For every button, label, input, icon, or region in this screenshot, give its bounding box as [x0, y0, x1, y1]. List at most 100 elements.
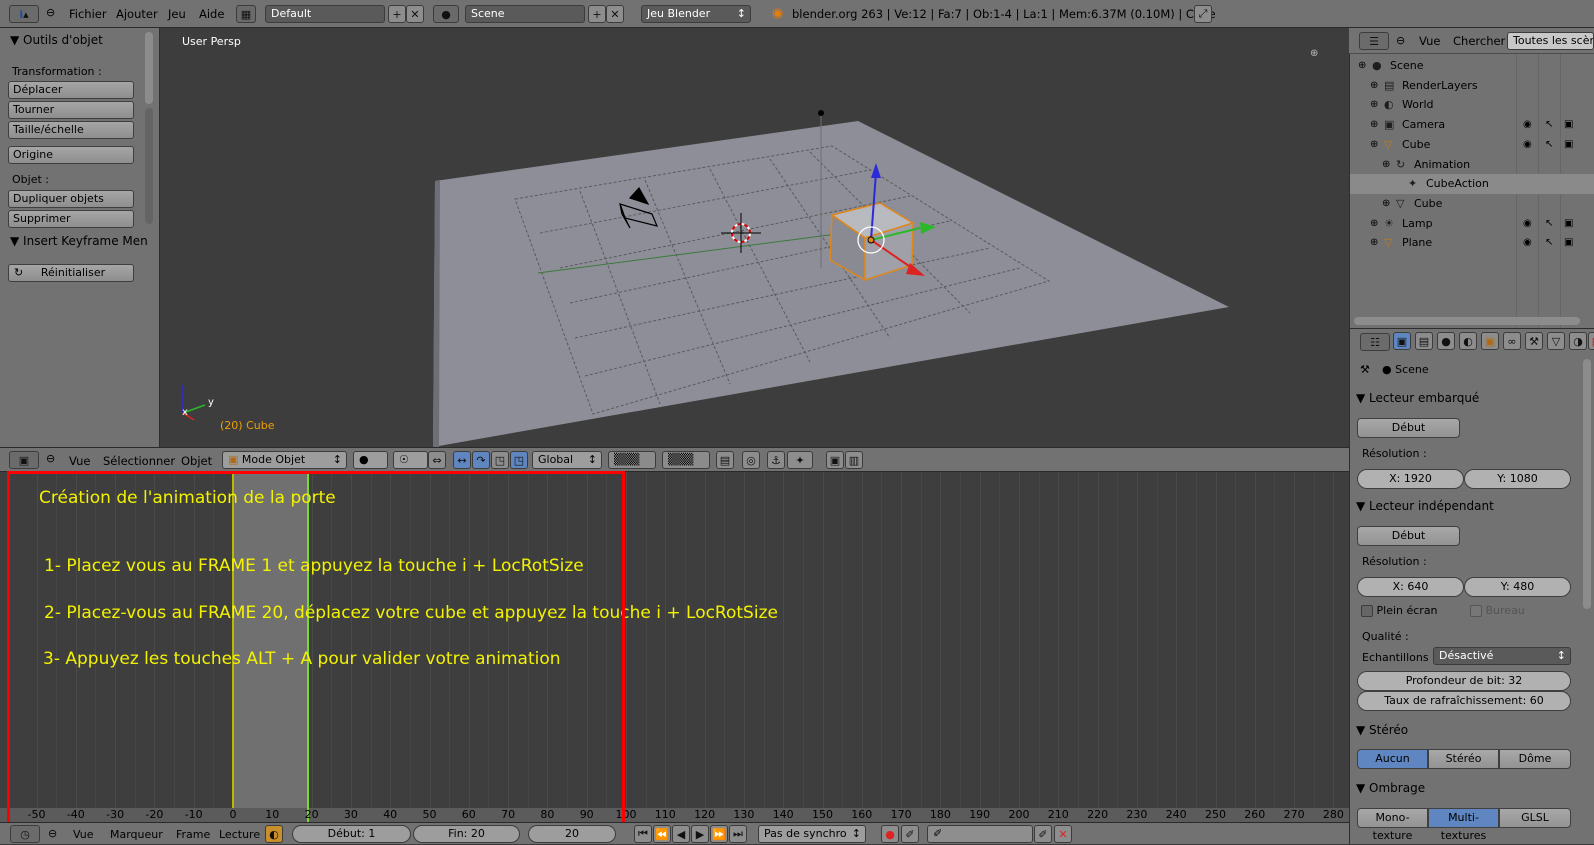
scene-tab-icon[interactable]: ● — [1437, 332, 1455, 350]
current-frame-field[interactable]: 20 — [528, 825, 616, 843]
editor-type-icon[interactable]: ▣ — [9, 451, 39, 469]
outliner-scrollbar[interactable] — [1354, 317, 1580, 325]
data-tab-icon[interactable]: ▽ — [1547, 332, 1565, 350]
expand-toggle-icon[interactable]: ⊕ — [1370, 233, 1378, 253]
stereo-panel[interactable]: ▼ Stéréo — [1356, 723, 1581, 737]
fullscreen-checkbox[interactable]: Plein écran — [1361, 604, 1438, 617]
origin-button[interactable]: Origine — [8, 146, 134, 164]
menu-select[interactable]: Sélectionner — [103, 454, 175, 468]
select-cursor-icon[interactable]: ↖ — [1545, 214, 1553, 234]
render-animation-icon[interactable]: ▥ — [845, 451, 863, 469]
play-reverse-icon[interactable]: ◀ — [672, 825, 690, 843]
expand-toggle-icon[interactable]: ⊕ — [1370, 95, 1378, 115]
shading-multitexture-button[interactable]: Multi-textures — [1428, 808, 1499, 842]
menu-view[interactable]: Vue — [69, 454, 90, 468]
expand-toggle-icon[interactable]: ⊕ — [1382, 155, 1390, 175]
render-image-icon[interactable]: ▣ — [826, 451, 844, 469]
resolution-x-field[interactable]: X: 1920 — [1357, 469, 1464, 489]
scene-field[interactable]: Scene — [465, 5, 585, 23]
collapse-menu-icon[interactable]: ⊖ — [48, 827, 57, 840]
preview-range-icon[interactable]: ◐ — [265, 825, 283, 843]
stereo-none-button[interactable]: Aucun — [1357, 749, 1428, 769]
tool-shelf-title[interactable]: ▼ Outils d'objet — [10, 33, 103, 47]
refresh-rate-field[interactable]: Taux de rafraîchissement: 60 — [1357, 691, 1571, 711]
menu-object[interactable]: Objet — [181, 454, 212, 468]
shading-panel[interactable]: ▼ Ombrage — [1356, 781, 1581, 795]
screen-layout-field[interactable]: Default — [265, 5, 385, 23]
viewport-split-icon[interactable]: ⊕ — [1310, 48, 1318, 59]
outliner-row[interactable]: ⊕ ▤ RenderLayers — [1350, 76, 1594, 96]
scale-manipulator-icon-2[interactable]: ◳ — [510, 451, 528, 469]
render-camera-icon[interactable]: ▣ — [1564, 115, 1573, 135]
visibility-eye-icon[interactable]: ◉ — [1523, 233, 1532, 253]
keyframe-panel-title[interactable]: ▼ Insert Keyframe Men — [10, 234, 148, 248]
bit-depth-field[interactable]: Profondeur de bit: 32 — [1357, 671, 1571, 691]
resolution-x-field-2[interactable]: X: 640 — [1357, 577, 1464, 597]
resolution-y-field[interactable]: Y: 1080 — [1464, 469, 1571, 489]
screen-layout-icon[interactable]: ▦ — [236, 5, 256, 23]
play-icon[interactable]: ▶ — [691, 825, 709, 843]
jump-start-icon[interactable]: ⏮ — [634, 825, 652, 843]
visibility-eye-icon[interactable]: ◉ — [1523, 214, 1532, 234]
embedded-start-button[interactable]: Début — [1357, 418, 1460, 438]
pivot-select[interactable]: ☉ — [393, 451, 428, 469]
scale-manipulator-icon[interactable]: ◳ — [491, 451, 509, 469]
outliner[interactable]: ⊕ ● Scene ⊕ ▤ RenderLayers ⊕ ◐ World ⊕ ▣ Camera ◉ ↖ ▣ ⊕… — [1349, 28, 1594, 328]
duplicate-button[interactable]: Dupliquer objets — [8, 190, 134, 208]
desktop-checkbox[interactable]: Bureau — [1470, 604, 1525, 617]
outliner-row[interactable]: ⊕ ▽ Plane ◉ ↖ ▣ — [1350, 233, 1594, 253]
visibility-eye-icon[interactable]: ◉ — [1523, 135, 1532, 155]
move-button[interactable]: Déplacer — [8, 81, 134, 99]
manipulator-toggle-icon[interactable]: ⇔ — [428, 451, 446, 469]
collapse-menu-icon[interactable]: ⊖ — [46, 452, 55, 465]
timeline-menu-frame[interactable]: Frame — [176, 828, 210, 841]
reset-button[interactable]: ↻ Réinitialiser — [8, 264, 134, 282]
snap-element-icon[interactable]: ✦ — [787, 451, 813, 469]
standalone-player-panel[interactable]: ▼ Lecteur indépendant — [1356, 499, 1581, 513]
outliner-row[interactable]: ⊕ ◐ World — [1350, 95, 1594, 115]
pin-icon[interactable]: ⚒ — [1360, 363, 1370, 376]
shading-single-texture-button[interactable]: Mono-texture — [1357, 808, 1428, 842]
outliner-display-filter[interactable]: Toutes les scènes — [1507, 32, 1594, 50]
layers-grid-2[interactable]: ▒▒▒ — [662, 451, 710, 469]
constraints-tab-icon[interactable]: ∞ — [1503, 332, 1521, 350]
expand-toggle-icon[interactable]: ⊕ — [1370, 76, 1378, 96]
texture-tab-icon[interactable]: ▦ — [1588, 332, 1594, 350]
tool-shelf-scrollbar[interactable] — [145, 32, 153, 104]
stereo-dome-button[interactable]: Dôme — [1499, 749, 1571, 769]
render-camera-icon[interactable]: ▣ — [1564, 135, 1573, 155]
outliner-row[interactable]: ⊕ ▽ Cube ◉ ↖ ▣ — [1350, 135, 1594, 155]
render-layers-tab-icon[interactable]: ▤ — [1415, 332, 1433, 350]
remove-scene-icon[interactable]: ✕ — [606, 5, 624, 23]
keying-set-field[interactable]: ✐ — [927, 825, 1033, 843]
outliner-row[interactable]: ⊕ ● Scene — [1350, 56, 1594, 76]
outliner-row[interactable]: ⊕ ☀ Lamp ◉ ↖ ▣ — [1350, 214, 1594, 234]
timeline-editor-type-icon[interactable]: ◷ — [10, 825, 40, 843]
end-frame-field[interactable]: Fin: 20 — [413, 825, 520, 843]
object-tab-icon[interactable]: ▣ — [1481, 332, 1499, 350]
start-frame-field[interactable]: Début: 1 — [292, 825, 411, 843]
outliner-row[interactable]: ⊕ ▣ Camera ◉ ↖ ▣ — [1350, 115, 1594, 135]
stereo-stereo-button[interactable]: Stéréo — [1428, 749, 1499, 769]
outliner-row[interactable]: ✦ CubeAction — [1350, 174, 1594, 195]
material-tab-icon[interactable]: ◑ — [1569, 332, 1587, 350]
shading-select[interactable]: ● — [353, 451, 388, 469]
tool-shelf-scrollbar-lower[interactable] — [145, 108, 153, 224]
timeline-menu-view[interactable]: Vue — [73, 828, 94, 841]
visibility-eye-icon[interactable]: ◉ — [1523, 115, 1532, 135]
rotate-manipulator-icon[interactable]: ↷ — [472, 451, 490, 469]
layer-lock-icon[interactable]: ▤ — [716, 451, 734, 469]
add-layout-icon[interactable]: + — [388, 5, 406, 23]
3d-viewport[interactable]: User Persp y x (20) Cube ⊕ — [160, 28, 1349, 447]
menu-game[interactable]: Jeu — [168, 7, 186, 21]
translate-manipulator-icon[interactable]: ↔ — [453, 451, 471, 469]
render-camera-icon[interactable]: ▣ — [1564, 233, 1573, 253]
render-camera-icon[interactable]: ▣ — [1564, 214, 1573, 234]
rotate-button[interactable]: Tourner — [8, 101, 134, 119]
timeline-menu-playback[interactable]: Lecture — [219, 828, 260, 841]
snap-toggle-icon[interactable]: ⚓ — [767, 451, 785, 469]
expand-toggle-icon[interactable]: ⊕ — [1370, 214, 1378, 234]
timeline-menu-marker[interactable]: Marqueur — [110, 828, 163, 841]
sync-select[interactable]: Pas de synchro ↕ — [758, 825, 866, 843]
add-scene-icon[interactable]: + — [588, 5, 606, 23]
